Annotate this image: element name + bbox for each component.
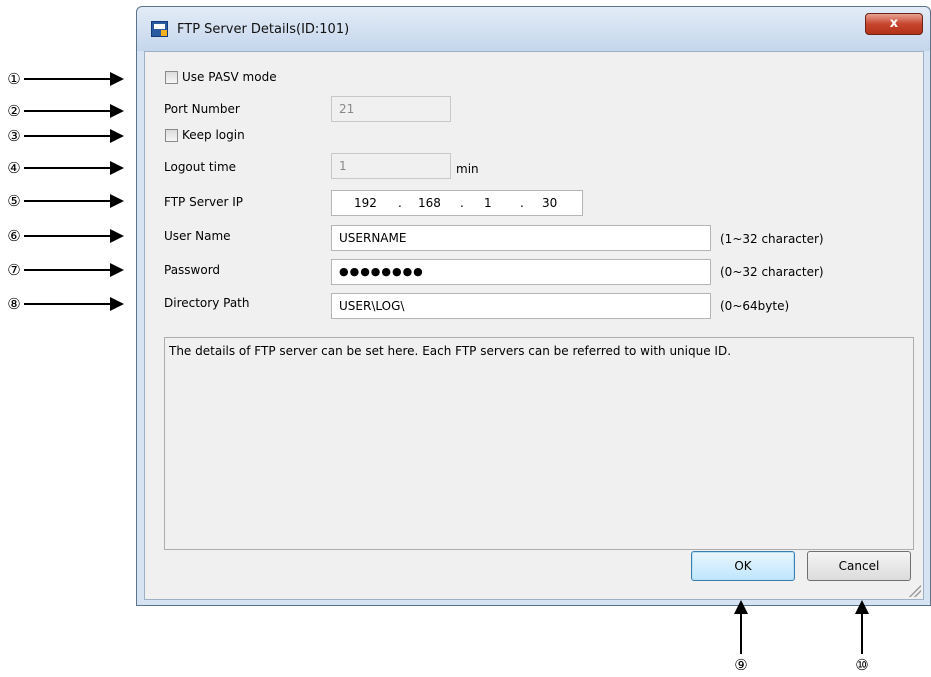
ip-dot-2: . [460,196,464,210]
dialog-content: Use PASV mode Port Number 21 Keep login … [144,51,924,600]
ip-dot-3: . [520,196,524,210]
directory-path-input[interactable]: USER\LOG\ [331,293,711,319]
title-bar[interactable]: FTP Server Details(ID:101) x [137,7,930,51]
ip-octet-4[interactable]: 30 [542,191,557,215]
callout-1-arrow [24,72,124,86]
callout-7-label: ⑦ [7,261,21,279]
app-icon [151,21,168,37]
ip-octet-3[interactable]: 1 [484,191,492,215]
callout-10-label: ⑩ [855,656,869,674]
resize-grip-icon[interactable] [909,585,921,597]
callout-7-arrow [24,263,124,277]
port-value: 21 [339,102,355,116]
password-input[interactable]: ●●●●●●●● [331,259,711,285]
callout-4-arrow [24,161,124,175]
callout-8-arrow [24,297,124,311]
close-icon: x [889,16,899,31]
cancel-button[interactable]: Cancel [807,551,911,581]
user-name-hint: (1~32 character) [720,232,824,246]
description-text: The details of FTP server can be set her… [169,344,732,358]
ip-label: FTP Server IP [164,195,244,209]
callout-9-arrow [734,600,748,654]
ftp-server-dialog: FTP Server Details(ID:101) x Use PASV mo… [136,6,931,606]
password-value: ●●●●●●●● [339,265,424,278]
callout-4-label: ④ [7,159,21,177]
description-box: The details of FTP server can be set her… [164,337,914,550]
callout-2-label: ② [7,102,21,120]
port-label: Port Number [164,102,240,116]
keep-login-checkbox[interactable] [165,129,178,142]
callout-10-arrow [855,600,869,654]
password-hint: (0~32 character) [720,265,824,279]
user-name-value: USERNAME [339,231,407,245]
port-input: 21 [331,96,451,122]
window-title: FTP Server Details(ID:101) [177,22,350,37]
pasv-label: Use PASV mode [182,70,277,84]
directory-label: Directory Path [164,296,250,310]
logout-value: 1 [339,159,347,173]
callout-1-label: ① [7,70,21,88]
directory-path-value: USER\LOG\ [339,299,405,313]
ip-octet-2[interactable]: 168 [418,191,441,215]
keep-login-label: Keep login [182,128,245,142]
callout-8-label: ⑧ [7,295,21,313]
user-name-input[interactable]: USERNAME [331,225,711,251]
callout-6-arrow [24,229,124,243]
user-label: User Name [164,229,231,243]
ip-dot-1: . [398,196,402,210]
callout-5-label: ⑤ [7,192,21,210]
close-button[interactable]: x [865,13,923,35]
callout-9-label: ⑨ [734,656,748,674]
logout-label: Logout time [164,160,237,174]
ip-address-input[interactable]: 192 . 168 . 1 . 30 [331,190,583,216]
callout-2-arrow [24,104,124,118]
password-label: Password [164,263,221,277]
logout-unit: min [456,162,479,176]
callout-3-label: ③ [7,127,21,145]
callout-3-arrow [24,129,124,143]
callout-5-arrow [24,194,124,208]
ok-button[interactable]: OK [691,551,795,581]
callout-6-label: ⑥ [7,227,21,245]
pasv-checkbox[interactable] [165,71,178,84]
ip-octet-1[interactable]: 192 [354,191,377,215]
directory-hint: (0~64byte) [720,299,790,313]
logout-input: 1 [331,153,451,179]
